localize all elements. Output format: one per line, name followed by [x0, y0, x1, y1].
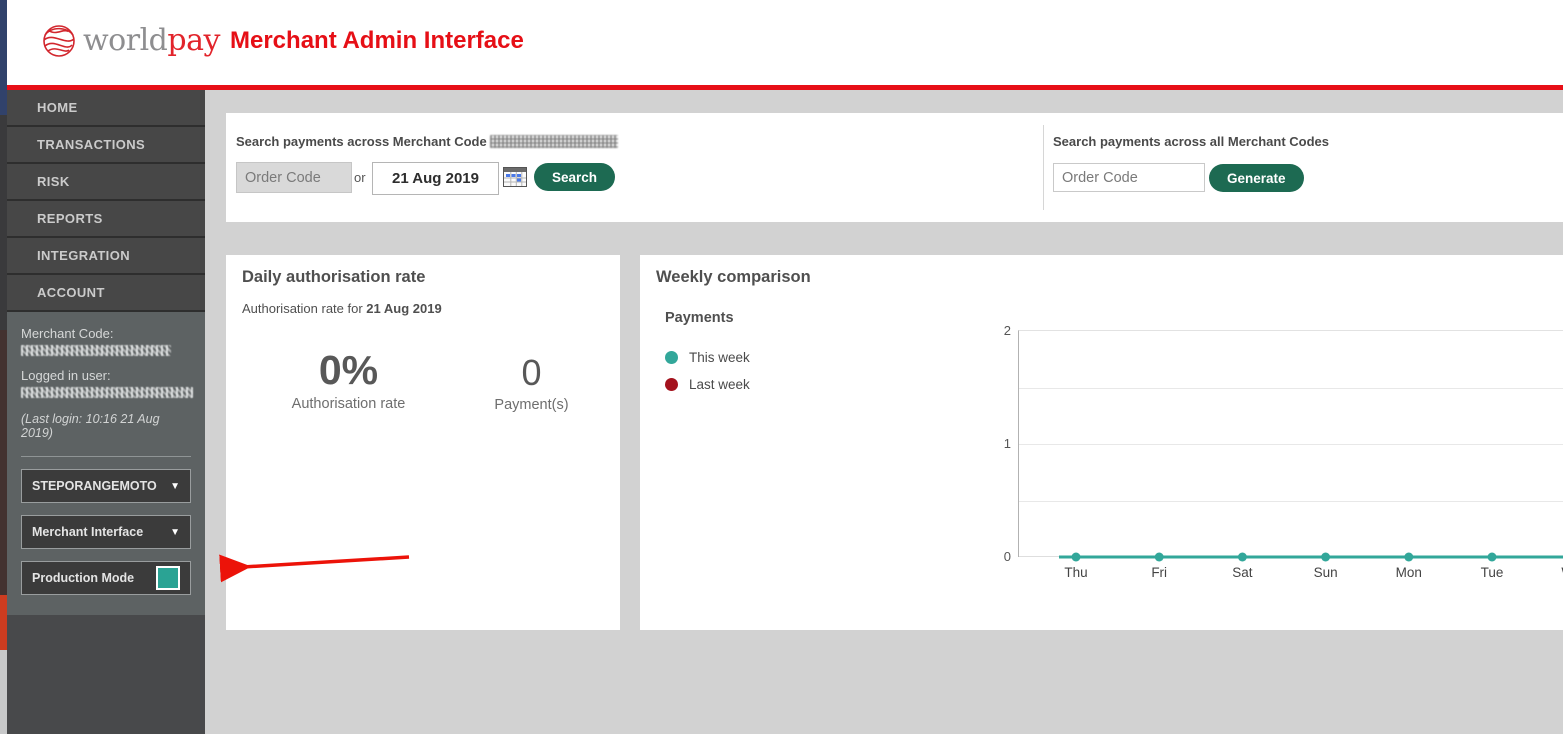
search-payments-card: Search payments across Merchant Code or … — [226, 113, 1563, 222]
merchant-code-redacted — [21, 345, 171, 356]
legend-this-week: This week — [665, 350, 750, 365]
search-button[interactable]: Search — [534, 163, 616, 191]
annotation-arrow — [219, 554, 410, 583]
chart-title: Payments — [665, 310, 734, 326]
data-point-marker — [1487, 552, 1497, 562]
data-point-marker — [1154, 552, 1164, 562]
date-input[interactable] — [372, 162, 499, 195]
worldpay-logo: worldpay — [40, 21, 220, 61]
logged-in-user-label: Logged in user: — [21, 368, 111, 383]
merchant-code-label: Merchant Code: — [21, 326, 114, 341]
production-mode-label: Production Mode — [32, 571, 135, 585]
sidebar-nav: HOME TRANSACTIONS RISK REPORTS INTEGRATI… — [7, 90, 205, 312]
page-title: Merchant Admin Interface — [230, 27, 524, 54]
merchant-code-dropdown[interactable]: STEPORANGEMOTO ▼ — [21, 469, 191, 503]
interface-dropdown-value: Merchant Interface — [32, 525, 144, 539]
authorisation-rate-label: Authorisation rate — [291, 396, 406, 412]
merchant-search-label: Search payments across Merchant Code — [236, 134, 618, 149]
sidebar-item-integration[interactable]: INTEGRATION — [7, 238, 205, 275]
edge-band-gray — [0, 650, 7, 734]
payments-chart-plot: 012ThuFriSatSunMonTueWed — [1004, 323, 1563, 580]
sidebar-item-account[interactable]: ACCOUNT — [7, 275, 205, 312]
chart-series-svg — [1059, 552, 1563, 562]
logged-in-user-redacted — [21, 387, 193, 398]
background-window-edge — [0, 0, 7, 734]
sidebar-item-transactions[interactable]: TRANSACTIONS — [7, 127, 205, 164]
data-point-marker — [1237, 552, 1247, 562]
worldpay-logo-text: worldpay — [83, 21, 220, 61]
edge-band-orange — [0, 595, 7, 650]
sidebar-divider — [21, 456, 191, 457]
this-week-label: This week — [689, 350, 750, 365]
payments-value: 0 — [521, 352, 542, 393]
data-point-marker — [1404, 552, 1414, 562]
y-axis-tick-label: 1 — [1003, 436, 1011, 451]
daily-card-subtitle: Authorisation rate for 21 Aug 2019 — [242, 301, 442, 316]
sidebar-footer-area — [7, 615, 205, 734]
payments-stat: 0 Payment(s) — [454, 352, 609, 414]
legend-last-week: Last week — [665, 377, 750, 392]
y-axis-tick-label: 2 — [1003, 323, 1011, 338]
main-content: Search payments across Merchant Code or … — [205, 90, 1563, 734]
edge-band-dark — [0, 115, 7, 330]
all-merchants-order-code-input[interactable] — [1053, 163, 1205, 192]
merchant-code-redacted-inline — [489, 135, 618, 148]
merchant-search-label-text: Search payments across Merchant Code — [236, 134, 487, 149]
edge-band-maroon — [0, 330, 7, 595]
weekly-comparison-card: Weekly comparison Payments This week Las… — [640, 255, 1563, 630]
last-week-dot-icon — [665, 378, 678, 391]
last-week-label: Last week — [689, 377, 750, 392]
data-point-marker — [1071, 552, 1081, 562]
payments-label: Payment(s) — [494, 397, 569, 413]
all-merchants-search-label: Search payments across all Merchant Code… — [1053, 134, 1330, 149]
daily-card-title: Daily authorisation rate — [242, 268, 426, 286]
sidebar-item-reports[interactable]: REPORTS — [7, 201, 205, 238]
generate-button[interactable]: Generate — [1209, 164, 1304, 192]
merchant-code-dropdown-value: STEPORANGEMOTO — [32, 479, 157, 493]
data-point-marker — [1321, 552, 1331, 562]
subtitle-date: 21 Aug 2019 — [366, 301, 442, 316]
weekly-card-title: Weekly comparison — [656, 268, 811, 286]
or-label: or — [354, 170, 366, 185]
header: worldpay Merchant Admin Interface — [7, 0, 1563, 85]
order-code-input[interactable] — [236, 162, 352, 193]
interface-dropdown[interactable]: Merchant Interface ▼ — [21, 515, 191, 549]
last-login-text: (Last login: 10:16 21 Aug 2019) — [21, 412, 160, 440]
production-mode-indicator[interactable] — [156, 566, 180, 590]
logo-pay-text: pay — [167, 23, 220, 58]
this-week-dot-icon — [665, 351, 678, 364]
sidebar-item-home[interactable]: HOME — [7, 90, 205, 127]
edge-band-blue — [0, 0, 7, 115]
authorisation-rate-stat: 0% Authorisation rate — [256, 348, 441, 412]
chevron-down-icon: ▼ — [170, 480, 180, 492]
worldpay-globe-icon — [43, 25, 75, 57]
logo-world-text: world — [83, 23, 168, 58]
search-card-divider — [1043, 125, 1044, 210]
y-axis-tick-label: 0 — [1003, 549, 1011, 564]
calendar-icon[interactable] — [503, 167, 527, 187]
chevron-down-icon: ▼ — [170, 526, 180, 538]
sidebar-session-info: Merchant Code: Logged in user: (Last log… — [7, 312, 205, 615]
subtitle-prefix: Authorisation rate for — [242, 301, 367, 316]
sidebar-item-risk[interactable]: RISK — [7, 164, 205, 201]
sidebar: HOME TRANSACTIONS RISK REPORTS INTEGRATI… — [7, 90, 205, 734]
production-mode-toggle[interactable]: Production Mode — [21, 561, 191, 595]
authorisation-rate-value: 0% — [318, 347, 379, 393]
